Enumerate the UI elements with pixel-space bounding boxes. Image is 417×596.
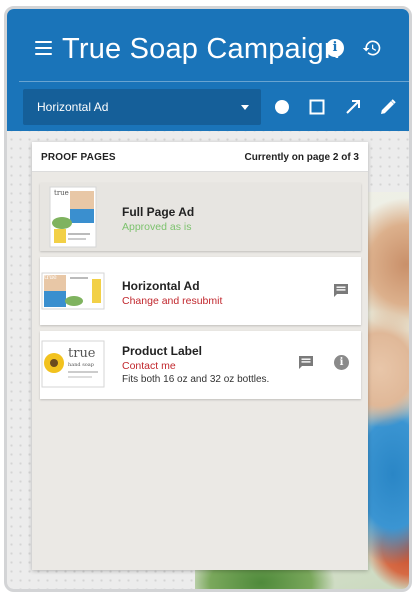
chevron-down-icon <box>241 105 249 110</box>
page-thumbnail: true hand soap <box>40 331 106 399</box>
page-title: True Soap Campaign <box>62 33 341 65</box>
current-page-indicator: Currently on page 2 of 3 <box>244 152 359 163</box>
menu-icon[interactable] <box>35 41 52 57</box>
proof-page-card[interactable]: true hand soap Product Label Contact me … <box>40 331 361 399</box>
app-header: True Soap Campaign i Horizontal Ad <box>7 9 409 131</box>
arrow-tool-icon[interactable] <box>345 99 361 115</box>
comment-icon[interactable] <box>298 355 314 370</box>
card-title: Product Label <box>122 344 203 358</box>
proof-page-card[interactable]: true Horizontal Ad Change and resubmit <box>40 257 361 325</box>
thumbnail-brand: true <box>44 274 57 281</box>
rectangle-tool-icon[interactable] <box>309 99 325 115</box>
card-status: Change and resubmit <box>122 295 223 307</box>
thumbnail-brand: true <box>68 346 96 361</box>
header-divider <box>19 81 409 82</box>
app-frame: True Soap Campaign i Horizontal Ad PROOF… <box>4 6 412 592</box>
thumbnail-subtitle: hand soap <box>68 362 94 368</box>
card-status: Contact me <box>122 360 176 372</box>
card-title: Full Page Ad <box>122 205 195 219</box>
pencil-tool-icon[interactable] <box>380 99 396 115</box>
proof-pages-panel: PROOF PAGES Currently on page 2 of 3 tru… <box>32 142 368 570</box>
info-icon[interactable]: i <box>334 355 349 370</box>
proof-page-card[interactable]: true Full Page Ad Approved as is <box>40 183 361 251</box>
card-title: Horizontal Ad <box>122 279 200 293</box>
page-select-value: Horizontal Ad <box>37 100 109 114</box>
proof-pages-heading: PROOF PAGES <box>41 152 116 163</box>
history-icon[interactable] <box>362 38 382 58</box>
page-thumbnail: true <box>40 183 106 251</box>
card-note: Fits both 16 oz and 32 oz bottles. <box>122 374 270 385</box>
proof-pages-header: PROOF PAGES Currently on page 2 of 3 <box>32 142 368 172</box>
page-select-dropdown[interactable]: Horizontal Ad <box>23 89 261 125</box>
circle-tool-icon[interactable] <box>274 99 290 115</box>
thumbnail-brand: true <box>54 189 69 197</box>
comment-icon[interactable] <box>333 283 349 298</box>
card-status: Approved as is <box>122 221 192 233</box>
page-thumbnail: true <box>40 257 106 325</box>
info-icon[interactable]: i <box>326 39 344 57</box>
